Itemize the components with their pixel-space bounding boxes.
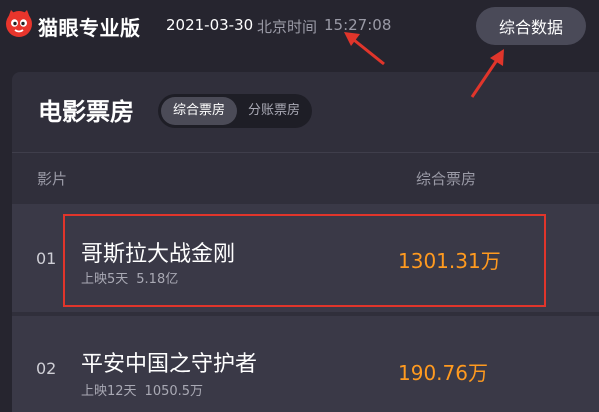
panel-title: 电影票房 [38, 98, 134, 126]
tab-combined-box-office[interactable]: 综合票房 [161, 97, 237, 125]
data-button[interactable]: 综合数据 [476, 7, 586, 45]
film-title: 平安中国之守护者 [81, 352, 258, 377]
column-header-box-office: 综合票房 [416, 170, 477, 188]
rank: 01 [36, 249, 57, 268]
highlight-box [63, 214, 546, 307]
release-days: 上映12天 [81, 384, 137, 399]
rank: 02 [36, 359, 57, 378]
film-meta: 上映12天 1050.5万 [81, 380, 203, 399]
brand-name: 猫眼专业版 [38, 16, 141, 40]
tab-split-box-office[interactable]: 分账票房 [238, 97, 310, 125]
box-office-toggle: 综合票房 分账票房 [158, 94, 312, 128]
total-gross: 1050.5万 [144, 384, 204, 399]
clock-time: 15:27:08 [324, 16, 392, 34]
table-header: 影片 综合票房 [12, 152, 599, 203]
date-text: 2021-03-30 [166, 16, 254, 34]
daily-gross: 190.76万 [398, 361, 488, 385]
column-header-film: 影片 [37, 170, 68, 188]
clock-label: 北京时间 [257, 18, 318, 36]
top-bar: 猫眼专业版 2021-03-30 北京时间 15:27:08 综合数据 [0, 0, 599, 54]
cat-logo-icon [6, 10, 32, 37]
